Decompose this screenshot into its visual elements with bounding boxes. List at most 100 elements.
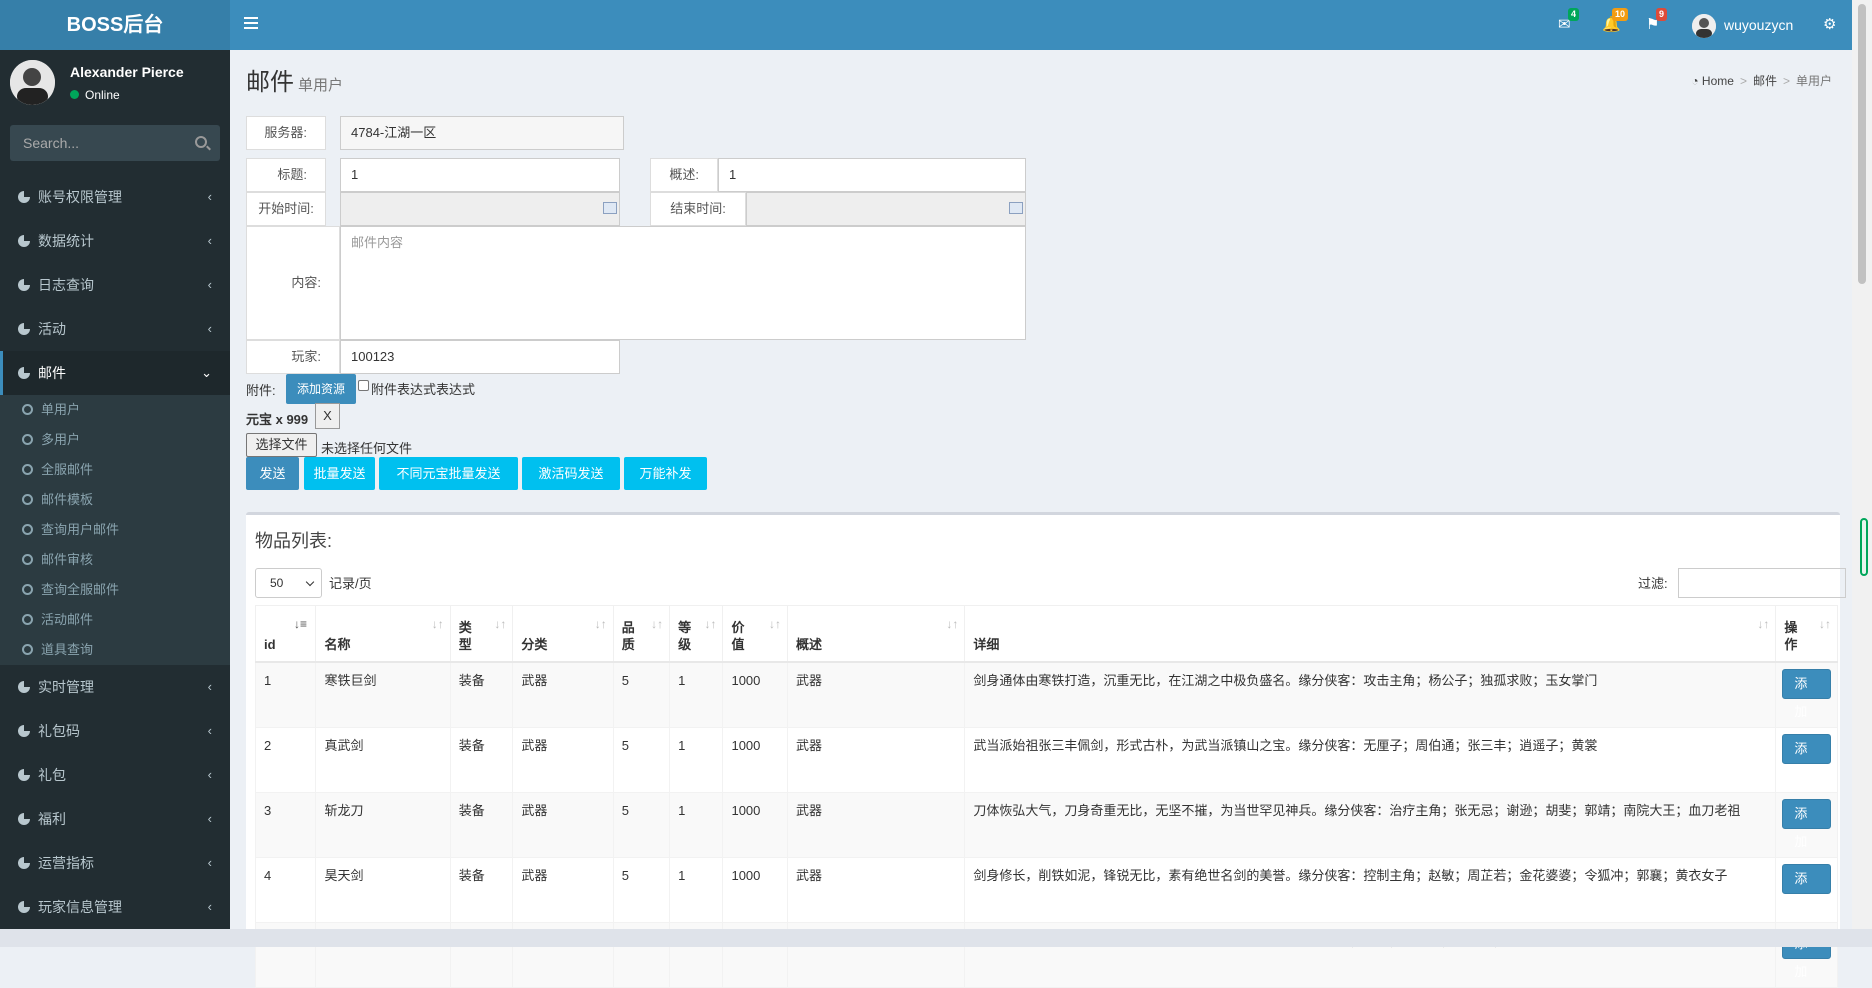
search-icon[interactable] [195, 136, 207, 148]
submenu-item-mail-review[interactable]: 邮件审核 [0, 545, 230, 575]
submenu-item-query-user-mail[interactable]: 查询用户邮件 [0, 515, 230, 545]
batch-send-button[interactable]: 批量发送 [304, 457, 375, 490]
column-header-type[interactable]: 类型 ↓↑ [449, 605, 514, 663]
sidebar: Alexander Pierce Online Search... 账号权限管理… [0, 50, 230, 947]
submenu-item-mail-template[interactable]: 邮件模板 [0, 485, 230, 515]
sidebar-item-mail[interactable]: 邮件 ⌄ [0, 351, 230, 395]
sidebar-item-account-permissions[interactable]: 账号权限管理 ‹ [0, 175, 230, 219]
content-textarea[interactable]: 邮件内容 [340, 226, 1026, 340]
circle-icon [22, 644, 33, 655]
sidebar-item-gift-pack[interactable]: 礼包 ‹ [0, 753, 230, 797]
filter-input[interactable] [1678, 568, 1846, 598]
sort-asc-icon: ↓≡ [294, 617, 308, 631]
envelope-icon[interactable]: ✉ 4 [1558, 8, 1580, 33]
pie-chart-icon [18, 323, 30, 335]
calendar-icon[interactable] [603, 202, 617, 214]
sidebar-toggle-icon[interactable] [244, 17, 258, 19]
chevron-left-icon: ‹ [207, 679, 212, 694]
universal-reissue-button[interactable]: 万能补发 [624, 457, 707, 490]
activation-code-send-button[interactable]: 激活码发送 [522, 457, 620, 490]
submenu-item-multi-user[interactable]: 多用户 [0, 425, 230, 455]
page-size-select[interactable]: 50 [255, 568, 322, 598]
submenu-item-item-query[interactable]: 道具查询 [0, 635, 230, 665]
column-header-detail[interactable]: 详细 ↓↑ [964, 605, 1777, 663]
add-item-button[interactable]: 添加 [1782, 798, 1831, 849]
pie-chart-icon [18, 279, 30, 291]
flag-icon[interactable]: ⚑ 9 [1646, 8, 1668, 33]
column-header-action[interactable]: 操作 ↓↑ [1775, 605, 1838, 663]
user-panel: Alexander Pierce Online [0, 50, 230, 118]
notification-count-badge: 10 [1612, 8, 1629, 21]
remove-attachment-button[interactable]: X [315, 403, 340, 429]
item-list-box: 物品列表: 50 记录/页 过滤: id ↓≡ 名称 ↓↑ 类型 ↓↑ 分类 ↓↑ 品质… [246, 512, 1846, 988]
message-count-badge: 4 [1568, 8, 1580, 21]
content-wrapper: 邮件 单用户 ◔ Home > 邮件 > 单用户 服务器: 4784-江湖一区 标题: 1… [230, 50, 1852, 988]
sidebar-item-data-stats[interactable]: 数据统计 ‹ [0, 219, 230, 263]
user-menu[interactable]: wuyouzycn [1692, 13, 1794, 39]
calendar-icon[interactable] [1009, 202, 1023, 214]
column-header-category[interactable]: 分类 ↓↑ [512, 605, 614, 663]
column-header-value[interactable]: 价值 ↓↑ [722, 605, 789, 663]
page-scrollbar[interactable] [1852, 0, 1872, 947]
send-button[interactable]: 发送 [246, 457, 299, 490]
sidebar-item-player-info[interactable]: 玩家信息管理 ‹ [0, 885, 230, 929]
column-header-summary[interactable]: 概述 ↓↑ [787, 605, 966, 663]
column-header-level[interactable]: 等级 ↓↑ [669, 605, 724, 663]
submenu-item-server-mail[interactable]: 全服邮件 [0, 455, 230, 485]
circle-icon [22, 584, 33, 595]
submenu-item-single-user[interactable]: 单用户 [0, 395, 230, 425]
page-title: 邮件 单用户 [246, 69, 344, 96]
scrollbar-thumb[interactable] [1858, 4, 1866, 284]
server-label: 服务器: [246, 116, 326, 150]
sidebar-item-realtime[interactable]: 实时管理 ‹ [0, 665, 230, 709]
server-select[interactable]: 4784-江湖一区 [340, 116, 624, 150]
player-input[interactable]: 100123 [340, 340, 620, 374]
column-header-id[interactable]: id ↓≡ [254, 605, 317, 663]
sidebar-item-activity[interactable]: 活动 ‹ [0, 307, 230, 351]
add-item-button[interactable]: 添加 [1782, 863, 1831, 914]
end-time-input[interactable] [746, 192, 1026, 226]
pie-chart-icon [18, 901, 30, 913]
breadcrumb-mail[interactable]: 邮件 [1753, 74, 1777, 88]
sort-icon: ↓↑ [494, 617, 507, 631]
breadcrumb-home[interactable]: Home [1702, 74, 1734, 88]
side-widget-handle[interactable] [1860, 518, 1868, 576]
add-resource-button[interactable]: 添加资源 [286, 374, 356, 404]
summary-input[interactable]: 1 [718, 158, 1026, 192]
player-label: 玩家: [246, 340, 340, 374]
sort-icon: ↓↑ [704, 617, 717, 631]
sidebar-item-welfare[interactable]: 福利 ‹ [0, 797, 230, 841]
breadcrumb: ◔ Home > 邮件 > 单用户 [1691, 74, 1832, 88]
username: wuyouzycn [1724, 17, 1794, 33]
sidebar-item-ops-metrics[interactable]: 运营指标 ‹ [0, 841, 230, 885]
start-time-input[interactable] [340, 192, 620, 226]
sidebar-item-gift-code[interactable]: 礼包码 ‹ [0, 709, 230, 753]
table-row: 3 斩龙刀 装备 武器 5 1 1000 武器 刀体恢弘大气，刀身奇重无比，无坚不摧，为当世罕见… [254, 791, 1838, 858]
chevron-left-icon: ‹ [207, 233, 212, 248]
dashboard-icon: ◔ [1691, 74, 1702, 88]
choose-file-button[interactable]: 选择文件 [246, 433, 317, 457]
bell-icon[interactable]: 🔔 10 [1602, 8, 1629, 33]
chevron-left-icon: ‹ [207, 767, 212, 782]
pie-chart-icon [18, 725, 30, 737]
logo[interactable]: BOSS后台 [0, 0, 230, 50]
gears-icon[interactable]: ⚙ [1823, 15, 1841, 33]
circle-icon [22, 554, 33, 565]
attachment-expr-checkbox[interactable] [358, 380, 369, 391]
filter-label: 过滤: [1638, 576, 1668, 591]
end-time-label: 结束时间: [650, 192, 746, 226]
page-subtitle: 单用户 [298, 77, 344, 94]
submenu-item-activity-mail[interactable]: 活动邮件 [0, 605, 230, 635]
add-item-button[interactable]: 添加 [1782, 668, 1831, 719]
add-item-button[interactable]: 添加 [1782, 733, 1831, 784]
sidebar-item-log-query[interactable]: 日志查询 ‹ [0, 263, 230, 307]
chevron-left-icon: ‹ [207, 811, 212, 826]
submenu-item-query-server-mail[interactable]: 查询全服邮件 [0, 575, 230, 605]
batch-send-different-yuanbao-button[interactable]: 不同元宝批量发送 [379, 457, 518, 490]
column-header-quality[interactable]: 品质 ↓↑ [612, 605, 671, 663]
column-header-name[interactable]: 名称 ↓↑ [315, 605, 451, 663]
attached-item: 元宝 x 999 [246, 412, 309, 427]
sidebar-search-input[interactable]: Search... [10, 125, 220, 161]
pie-chart-icon [18, 191, 30, 203]
title-input[interactable]: 1 [340, 158, 620, 192]
